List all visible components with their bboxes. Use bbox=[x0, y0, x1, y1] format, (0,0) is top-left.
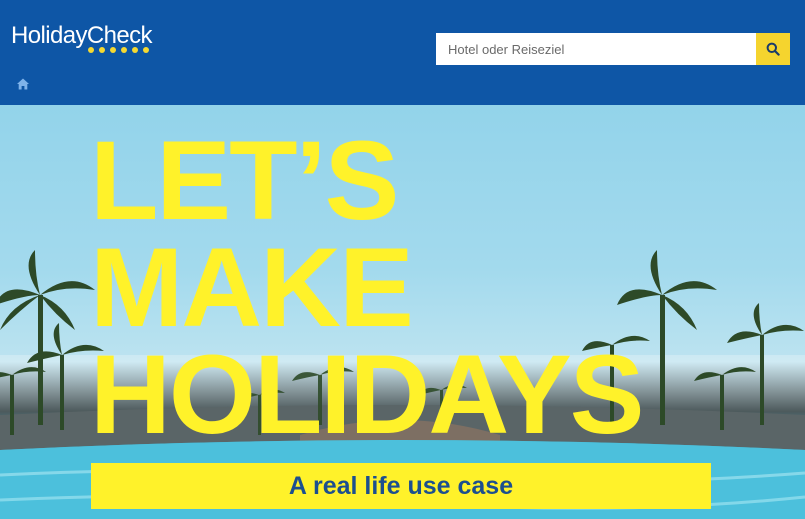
headline-line-3: HOLIDAYS bbox=[90, 332, 644, 457]
search-button[interactable] bbox=[756, 33, 790, 65]
home-link[interactable] bbox=[16, 77, 30, 91]
search-bar bbox=[436, 33, 790, 65]
subtitle-text: A real life use case bbox=[288, 471, 514, 500]
holidaycheck-logo[interactable]: HolidayCheck bbox=[11, 22, 152, 50]
search-input[interactable] bbox=[436, 33, 756, 65]
headline-line-2: MAKE bbox=[90, 225, 414, 350]
search-icon bbox=[766, 42, 780, 56]
hero-banner: LET’S MAKE HOLIDAYS A real life use case bbox=[0, 105, 805, 519]
subtitle-banner: A real life use case bbox=[91, 463, 711, 509]
site-header: HolidayCheck bbox=[0, 0, 805, 105]
headline-line-1: LET’S bbox=[90, 118, 399, 243]
home-icon bbox=[17, 78, 29, 90]
logo-dots bbox=[88, 47, 149, 53]
